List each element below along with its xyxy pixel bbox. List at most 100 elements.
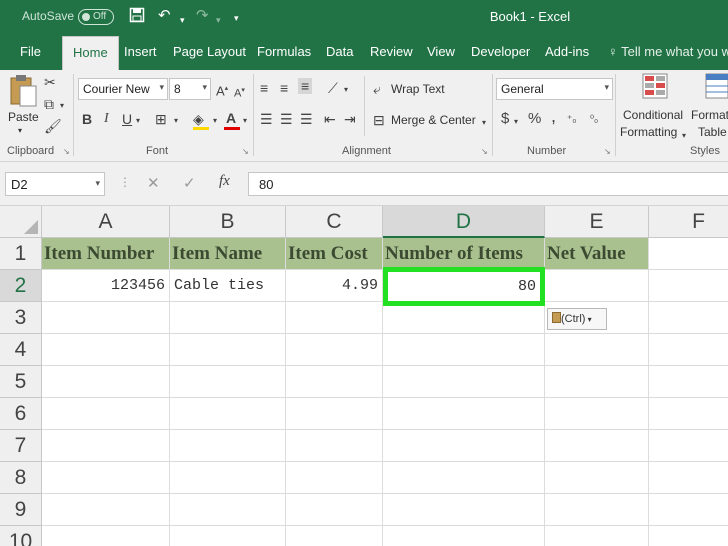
alignment-launcher-icon[interactable]: ↘ [481, 147, 488, 156]
paste-button[interactable]: Paste ▾ [6, 74, 40, 135]
column-header-f[interactable]: F [649, 206, 728, 238]
orientation-icon[interactable]: ⟋ [328, 80, 338, 96]
row-header-3[interactable]: 3 [0, 302, 42, 334]
increase-font-icon[interactable]: A▴ [216, 81, 228, 99]
tab-insert[interactable]: Insert [124, 44, 157, 59]
decrease-indent-icon[interactable]: ⇤ [324, 111, 336, 127]
currency-button[interactable]: $ [501, 111, 509, 127]
number-format-select[interactable]: General ▾ [496, 78, 613, 100]
row-header-8[interactable]: 8 [0, 462, 42, 494]
row-header-10[interactable]: 10 [0, 526, 42, 546]
format-as-table-icon[interactable] [704, 72, 728, 100]
tab-home[interactable]: Home [62, 36, 119, 72]
cell-e1[interactable]: Net Value [545, 238, 649, 270]
tab-developer[interactable]: Developer [471, 44, 530, 59]
cell-d1[interactable]: Number of Items [383, 238, 545, 270]
row-header-4[interactable]: 4 [0, 334, 42, 366]
align-bottom-icon[interactable]: ≡ [298, 78, 313, 94]
clipboard-launcher-icon[interactable]: ↘ [63, 147, 70, 156]
underline-button[interactable]: U [122, 111, 132, 127]
borders-icon[interactable]: ⊞ [155, 111, 167, 127]
bold-button[interactable]: B [82, 111, 92, 127]
tab-formulas[interactable]: Formulas [257, 44, 311, 59]
underline-dropdown-icon[interactable]: ▾ [136, 113, 140, 129]
tab-view[interactable]: View [427, 44, 455, 59]
tab-file[interactable]: File [20, 44, 41, 59]
row-header-9[interactable]: 9 [0, 494, 42, 526]
fill-color-icon[interactable]: ◈ [193, 111, 204, 127]
insert-function-button[interactable]: fx [219, 173, 230, 190]
cancel-icon[interactable]: ✕ [147, 174, 160, 192]
cut-icon[interactable]: ✂ [44, 74, 56, 90]
merge-dropdown-icon[interactable]: ▾ [482, 115, 486, 131]
format-as-table-label-1[interactable]: Format [691, 108, 728, 122]
row-header-2[interactable]: 2 [0, 270, 42, 302]
formula-input[interactable]: 80 [248, 172, 728, 196]
align-center-icon[interactable]: ☰ [280, 111, 293, 127]
conditional-formatting-icon[interactable] [641, 72, 669, 100]
row-header-7[interactable]: 7 [0, 430, 42, 462]
row-header-6[interactable]: 6 [0, 398, 42, 430]
number-launcher-icon[interactable]: ↘ [604, 147, 611, 156]
borders-dropdown-icon[interactable]: ▾ [174, 113, 178, 129]
font-color-icon[interactable]: A [226, 110, 236, 126]
cell-c1[interactable]: Item Cost [286, 238, 383, 270]
chevron-down-icon: ▾ [159, 82, 164, 92]
column-header-e[interactable]: E [545, 206, 649, 238]
copy-icon[interactable]: ⧉ [44, 96, 54, 112]
comma-button[interactable]: , [551, 107, 556, 125]
cell-f1[interactable] [649, 238, 728, 270]
cell-b2[interactable]: Cable ties [170, 270, 286, 302]
tab-add-ins[interactable]: Add-ins [545, 44, 589, 59]
cell-d2-selected[interactable]: 80 [383, 267, 545, 306]
cell-a2[interactable]: 123456 [42, 270, 170, 302]
align-right-icon[interactable]: ☰ [300, 111, 313, 127]
format-as-table-label-2[interactable]: Table [698, 125, 727, 139]
decrease-font-icon[interactable]: A▾ [234, 83, 245, 102]
tab-data[interactable]: Data [326, 44, 353, 59]
font-color-dropdown-icon[interactable]: ▾ [243, 113, 247, 129]
merge-center-button[interactable]: Merge & Center [391, 113, 476, 127]
tab-review[interactable]: Review [370, 44, 413, 59]
align-top-icon[interactable]: ≡ [260, 80, 268, 96]
column-header-c[interactable]: C [286, 206, 383, 238]
conditional-formatting-label-2[interactable]: Formatting [620, 125, 677, 139]
increase-decimal-icon[interactable]: ⁺₀ [567, 112, 576, 128]
increase-indent-icon[interactable]: ⇥ [344, 111, 356, 127]
tell-me-search[interactable]: ♀ Tell me what you wa [608, 44, 728, 59]
enter-icon[interactable]: ✓ [183, 174, 196, 192]
column-header-b[interactable]: B [170, 206, 286, 238]
font-name-select[interactable]: Courier New ▾ [78, 78, 168, 100]
grid-background[interactable] [42, 302, 728, 546]
font-launcher-icon[interactable]: ↘ [242, 147, 249, 156]
cell-c2[interactable]: 4.99 [286, 270, 383, 302]
italic-button[interactable]: I [104, 111, 109, 127]
copy-dropdown-icon[interactable]: ▾ [60, 98, 64, 114]
select-all-button[interactable] [0, 206, 42, 238]
align-middle-icon[interactable]: ≡ [280, 80, 288, 96]
column-header-a[interactable]: A [42, 206, 170, 238]
cell-f2[interactable] [649, 270, 728, 302]
row-header-5[interactable]: 5 [0, 366, 42, 398]
merge-center-icon[interactable]: ⊟ [373, 112, 385, 128]
cell-e2[interactable] [545, 270, 649, 302]
cell-a1[interactable]: Item Number [42, 238, 170, 270]
paste-options-button[interactable]: (Ctrl) ▾ [547, 308, 607, 330]
percent-button[interactable]: % [528, 111, 541, 127]
wrap-text-icon[interactable]: ⤶ [373, 81, 381, 97]
column-header-d[interactable]: D [383, 206, 545, 238]
font-size-select[interactable]: 8 ▾ [169, 78, 211, 100]
fill-color-dropdown-icon[interactable]: ▾ [213, 113, 217, 129]
tab-page-layout[interactable]: Page Layout [173, 44, 246, 59]
format-painter-icon[interactable]: 🖌 [44, 118, 62, 134]
orientation-dropdown-icon[interactable]: ▾ [344, 82, 348, 98]
conditional-dropdown-icon[interactable]: ▾ [682, 128, 686, 144]
currency-dropdown-icon[interactable]: ▾ [514, 114, 518, 130]
name-box[interactable]: D2 ▾ [5, 172, 105, 196]
wrap-text-button[interactable]: Wrap Text [391, 82, 445, 96]
decrease-decimal-icon[interactable]: ⁰₀ [590, 112, 598, 128]
cell-b1[interactable]: Item Name [170, 238, 286, 270]
conditional-formatting-label-1[interactable]: Conditional [623, 108, 683, 122]
row-header-1[interactable]: 1 [0, 238, 42, 270]
align-left-icon[interactable]: ☰ [260, 111, 273, 127]
